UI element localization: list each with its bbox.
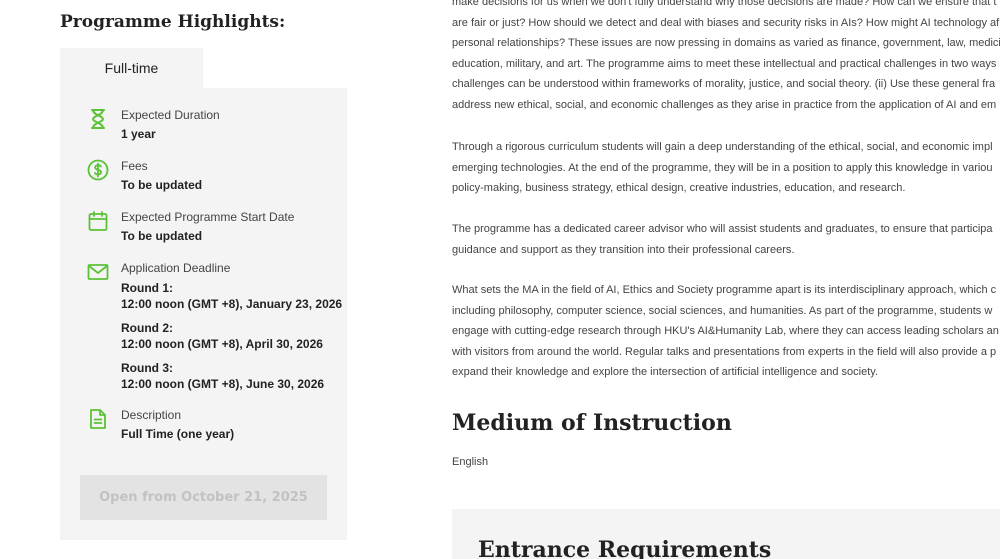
description-value: Full Time (one year): [121, 427, 235, 441]
round-title: Round 3:: [121, 361, 173, 375]
calendar-icon: [87, 210, 109, 232]
deadline-label: Application Deadline: [121, 261, 231, 275]
deadline-round: Round 3: 12:00 noon (GMT +8), June 30, 2…: [121, 360, 324, 392]
dollar-icon: [87, 159, 109, 181]
deadline-round: Round 1: 12:00 noon (GMT +8), January 23…: [121, 280, 342, 312]
text-line: are fair or just? How should we detect a…: [452, 16, 1000, 29]
text-line: challenges can be understood within fram…: [452, 78, 996, 90]
text-line: with visitors from around the world. Reg…: [452, 345, 997, 358]
text-line: expand their knowledge and explore the i…: [452, 366, 878, 378]
description-label: Description: [121, 408, 182, 422]
tab-full-time[interactable]: Full-time: [60, 48, 203, 88]
text-line: What sets the MA in the field of AI, Eth…: [452, 284, 997, 296]
medium-of-instruction-heading: Medium of Instruction: [452, 410, 732, 436]
mail-icon: [87, 261, 109, 283]
duration-label: Expected Duration: [121, 108, 220, 122]
fees-value: To be updated: [121, 178, 203, 192]
paragraph: make decisions for us when we don't full…: [452, 0, 1000, 115]
round-date: 12:00 noon (GMT +8), January 23, 2026: [121, 297, 343, 311]
start-date-label: Expected Programme Start Date: [121, 210, 295, 224]
duration-value: 1 year: [121, 127, 156, 141]
entrance-requirements-heading: Entrance Requirements: [478, 537, 772, 559]
programme-highlights-title: Programme Highlights:: [60, 12, 286, 32]
text-line: including philosophy, computer science, …: [452, 304, 993, 317]
text-line: policy-making, business strategy, ethica…: [452, 182, 906, 194]
text-line: engage with cutting-edge research throug…: [452, 325, 999, 337]
text-line: The programme has a dedicated career adv…: [452, 223, 993, 235]
text-line: guidance and support as they transition …: [452, 243, 795, 256]
paragraph: Through a rigorous curriculum students w…: [452, 137, 1000, 199]
medium-of-instruction-value: English: [452, 456, 489, 468]
hourglass-icon: [87, 108, 109, 130]
text-line: personal relationships? These issues are…: [452, 37, 1000, 49]
text-line: address new ethical, social, and economi…: [452, 98, 997, 111]
deadline-round: Round 2: 12:00 noon (GMT +8), April 30, …: [121, 320, 323, 352]
text-line: education, military, and art. The progra…: [452, 57, 997, 70]
text-line: emerging technologies. At the end of the…: [452, 161, 993, 174]
round-date: 12:00 noon (GMT +8), April 30, 2026: [121, 337, 323, 351]
text-line: make decisions for us when we don't full…: [452, 0, 997, 8]
paragraph: What sets the MA in the field of AI, Eth…: [452, 280, 1000, 383]
entrance-requirements-box: Entrance Requirements: [452, 509, 1000, 559]
paragraph: The programme has a dedicated career adv…: [452, 219, 1000, 260]
document-icon: [87, 408, 109, 430]
highlights-panel: Expected Duration 1 year Fees To be upda…: [60, 88, 347, 540]
start-date-value: To be updated: [121, 229, 203, 243]
round-date: 12:00 noon (GMT +8), June 30, 2026: [121, 377, 325, 391]
text-line: Through a rigorous curriculum students w…: [452, 141, 993, 153]
round-title: Round 1:: [121, 281, 173, 295]
fees-label: Fees: [121, 159, 148, 173]
open-application-button[interactable]: Open from October 21, 2025: [80, 475, 327, 520]
round-title: Round 2:: [121, 321, 173, 335]
